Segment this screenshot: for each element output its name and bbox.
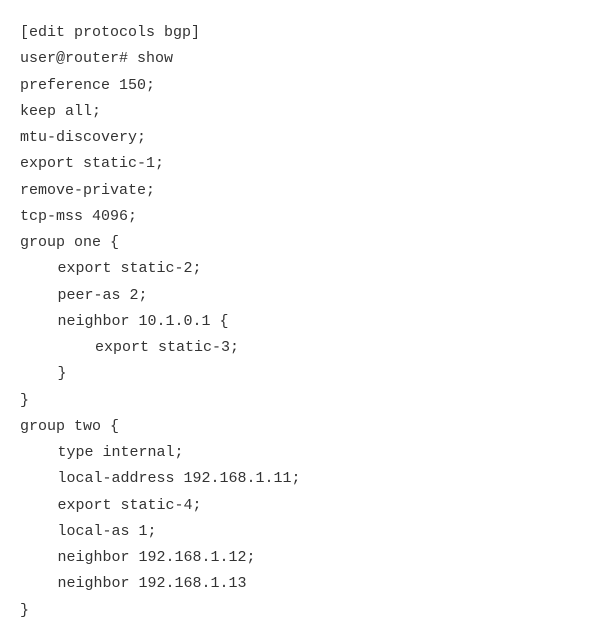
group-one-neighbor-open-line: neighbor 10.1.0.1 { (20, 309, 571, 335)
terminal-output: [edit protocols bgp] user@router# show p… (20, 20, 571, 624)
preference-line: preference 150; (20, 73, 571, 99)
group-one-neighbor-close-line: } (20, 361, 571, 387)
group-one-close-line: } (20, 388, 571, 414)
group-two-neighbor1-line: neighbor 192.168.1.12; (20, 545, 571, 571)
group-two-export-line: export static-4; (20, 493, 571, 519)
tcp-mss-line: tcp-mss 4096; (20, 204, 571, 230)
group-two-close-line: } (20, 598, 571, 624)
group-two-open-line: group two { (20, 414, 571, 440)
config-context-line: [edit protocols bgp] (20, 20, 571, 46)
group-one-export-line: export static-2; (20, 256, 571, 282)
group-two-localas-line: local-as 1; (20, 519, 571, 545)
group-two-neighbor2-line: neighbor 192.168.1.13 (20, 571, 571, 597)
keep-all-line: keep all; (20, 99, 571, 125)
group-one-peeras-line: peer-as 2; (20, 283, 571, 309)
export-static1-line: export static-1; (20, 151, 571, 177)
prompt-show-line: user@router# show (20, 46, 571, 72)
group-two-type-line: type internal; (20, 440, 571, 466)
mtu-discovery-line: mtu-discovery; (20, 125, 571, 151)
group-one-open-line: group one { (20, 230, 571, 256)
group-two-localaddress-line: local-address 192.168.1.11; (20, 466, 571, 492)
remove-private-line: remove-private; (20, 178, 571, 204)
group-one-neighbor-export-line: export static-3; (20, 335, 571, 361)
